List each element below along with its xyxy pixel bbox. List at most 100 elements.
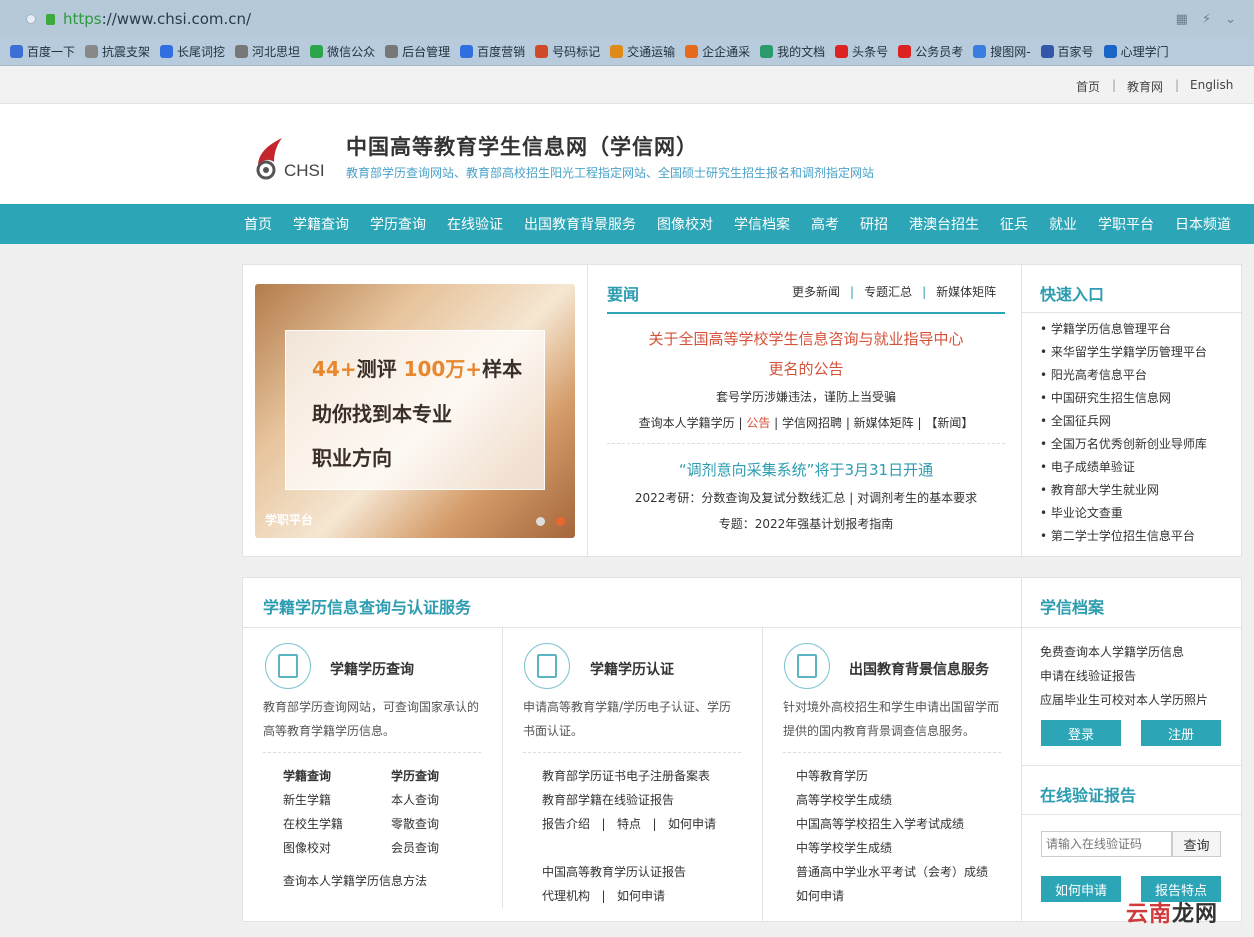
service-desc: 教育部学历查询网站，可查询国家承认的 [263,700,480,714]
service-title[interactable]: 学籍学历认证 [590,659,674,679]
warning-link[interactable]: 套号学历涉嫌违法，谨防上当受骗 [607,388,1005,405]
service-title[interactable]: 出国教育背景信息服务 [849,659,989,679]
headline-1[interactable]: 关于全国高等学校学生信息咨询与就业指导中心 [607,328,1005,349]
bookmark-item[interactable]: 百家号 [1040,43,1094,60]
link-single-query[interactable]: 零散查询 [391,812,439,836]
nav-item[interactable]: 就业 [1049,214,1077,234]
link-huikao[interactable]: 普通高中学业水平考试（会考）成绩 [796,860,988,884]
nav-item[interactable]: 学信档案 [734,214,790,234]
nav-item[interactable]: 出国教育背景服务 [524,214,636,234]
quick-entry-item[interactable]: 阳光高考信息平台 [1040,364,1207,387]
quick-entry-item[interactable]: 毕业论文查重 [1040,502,1207,525]
bookmark-item[interactable]: 微信公众 [310,43,375,60]
news-sub-3[interactable]: 专题：2022年强基计划报考指南 [607,515,1005,532]
link-secondary-edu[interactable]: 中等教育学历 [796,764,868,788]
carousel-dot-1[interactable] [536,517,545,526]
bookmark-item[interactable]: 我的文档 [760,43,825,60]
nav-item[interactable]: 学职平台 [1098,214,1154,234]
link-image-check[interactable]: 图像校对 [283,836,331,860]
archive-link-1[interactable]: 免费查询本人学籍学历信息 [1040,643,1184,660]
link-college-grades[interactable]: 高等学校学生成绩 [796,788,892,812]
nav-item[interactable]: 高考 [811,214,839,234]
link-features[interactable]: 特点 [617,817,641,831]
login-button[interactable]: 登录 [1041,720,1121,746]
bookmark-item[interactable]: 百度一下 [10,43,75,60]
link-how-apply[interactable]: 如何申请 [796,884,844,908]
news-links-row[interactable]: 查询本人学籍学历 | 公告 | 学信网招聘 | 新媒体矩阵 | 【新闻】 [607,414,1005,431]
verify-query-button[interactable]: 查询 [1172,831,1221,857]
top-link-edu[interactable]: 教育网 [1127,78,1163,95]
link-report-intro[interactable]: 报告介绍 [542,817,590,831]
bookmark-item[interactable]: 号码标记 [535,43,600,60]
quick-entry-item[interactable]: 学籍学历信息管理平台 [1040,318,1207,341]
news-sub-2[interactable]: 2022考研：分数查询及复试分数线汇总 | 对调剂考生的基本要求 [607,489,1005,506]
verify-code-input[interactable] [1041,831,1172,857]
bookmark-item[interactable]: 百度营销 [460,43,525,60]
quick-entry-item[interactable]: 第二学士学位招生信息平台 [1040,525,1207,548]
bookmark-item[interactable]: 长尾词挖 [160,43,225,60]
top-link-home[interactable]: 首页 [1076,78,1100,95]
quick-entry-item[interactable]: 全国征兵网 [1040,410,1207,433]
nav-item[interactable]: 学籍查询 [293,214,349,234]
chsi-logo[interactable]: CHSI [252,136,332,184]
service-desc: 申请高等教育学籍/学历电子认证、学历 [523,700,732,714]
headline-1-cont[interactable]: 更名的公告 [607,358,1005,379]
archive-link-3[interactable]: 应届毕业生可校对本人学历照片 [1040,691,1208,708]
link-self-query[interactable]: 本人查询 [391,788,439,812]
link-secondary-grades[interactable]: 中等学校学生成绩 [796,836,892,860]
how-apply-button[interactable]: 如何申请 [1041,876,1121,902]
bookmark-item[interactable]: 抗震支架 [85,43,150,60]
media-matrix-link[interactable]: 新媒体矩阵 [936,285,996,299]
nav-item[interactable]: 图像校对 [657,214,713,234]
register-button[interactable]: 注册 [1141,720,1221,746]
bookmark-item[interactable]: 河北思坦 [235,43,300,60]
nav-item[interactable]: 日本频道 [1175,214,1231,234]
link-query-method[interactable]: 查询本人学籍学历信息方法 [283,869,427,893]
reload-icon[interactable] [26,14,36,24]
headline-2[interactable]: “调剂意向采集系统”将于3月31日开通 [607,459,1005,480]
link-entrance-scores[interactable]: 中国高等学校招生入学考试成绩 [796,812,964,836]
bookmark-icon [235,45,249,58]
url-text[interactable]: https://www.chsi.com.cn/ [63,10,251,28]
quick-entry-item[interactable]: 电子成绩单验证 [1040,456,1207,479]
link-member-query[interactable]: 会员查询 [391,836,439,860]
quick-entry-list: 学籍学历信息管理平台来华留学生学籍学历管理平台阳光高考信息平台中国研究生招生信息… [1040,318,1207,548]
quick-entry-item[interactable]: 全国万名优秀创新创业导师库 [1040,433,1207,456]
bookmark-item[interactable]: 搜图网- [973,43,1031,60]
top-link-english[interactable]: English [1190,78,1233,92]
quick-entry-item[interactable]: 教育部大学生就业网 [1040,479,1207,502]
nav-item[interactable]: 研招 [860,214,888,234]
nav-item[interactable]: 学历查询 [370,214,426,234]
carousel-dot-2-active[interactable] [556,517,565,526]
link-how-apply[interactable]: 如何申请 [617,889,665,903]
link-registration-form[interactable]: 教育部学历证书电子注册备案表 [542,764,710,788]
bookmark-item[interactable]: 公务员考 [898,43,963,60]
address-bar[interactable]: https://www.chsi.com.cn/ ▦ ⚡ ⌄ [0,0,1254,38]
bookmark-item[interactable]: 后台管理 [385,43,450,60]
quick-entry-item[interactable]: 来华留学生学籍学历管理平台 [1040,341,1207,364]
nav-item[interactable]: 征兵 [1000,214,1028,234]
bookmark-item[interactable]: 交通运输 [610,43,675,60]
carousel-line-2: 助你找到本专业 [312,402,452,426]
grid-icon[interactable]: ▦ [1176,12,1188,27]
promo-carousel[interactable]: 44+测评 100万+样本 助你找到本专业 职业方向 学职平台 [255,284,575,538]
more-news-link[interactable]: 更多新闻 [792,285,840,299]
bookmark-item[interactable]: 企企通采 [685,43,750,60]
link-cert-report[interactable]: 中国高等教育学历认证报告 [542,860,686,884]
chevron-down-icon[interactable]: ⌄ [1225,12,1236,27]
nav-item[interactable]: 首页 [244,214,272,234]
nav-item[interactable]: 在线验证 [447,214,503,234]
service-title[interactable]: 学籍学历查询 [330,659,414,679]
quick-entry-item[interactable]: 中国研究生招生信息网 [1040,387,1207,410]
link-online-report[interactable]: 教育部学籍在线验证报告 [542,788,674,812]
nav-item[interactable]: 港澳台招生 [909,214,979,234]
topics-link[interactable]: 专题汇总 [864,285,912,299]
link-agency[interactable]: 代理机构 [542,889,590,903]
link-how-apply[interactable]: 如何申请 [668,817,716,831]
link-enrolled[interactable]: 在校生学籍 [283,812,343,836]
bolt-icon[interactable]: ⚡ [1202,12,1211,27]
link-new-student[interactable]: 新生学籍 [283,788,331,812]
bookmark-item[interactable]: 心理学门 [1103,43,1169,60]
archive-link-2[interactable]: 申请在线验证报告 [1040,667,1136,684]
bookmark-item[interactable]: 头条号 [835,43,888,60]
